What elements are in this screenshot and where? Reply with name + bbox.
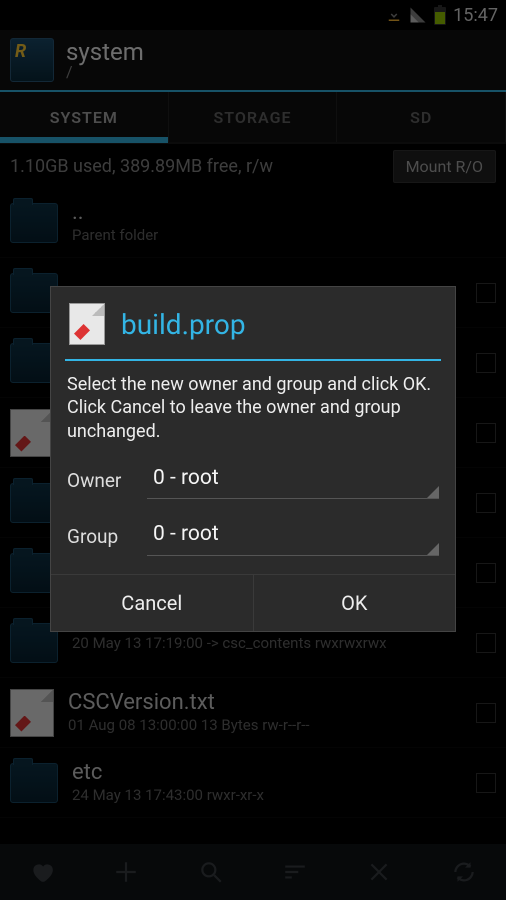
owner-dialog: build.prop Select the new owner and grou…	[50, 286, 456, 632]
dialog-body: Select the new owner and group and click…	[51, 361, 455, 574]
group-spinner[interactable]: 0 - root	[147, 515, 439, 555]
cancel-button[interactable]: Cancel	[51, 575, 253, 631]
dialog-message: Select the new owner and group and click…	[67, 373, 439, 443]
ok-button[interactable]: OK	[253, 575, 456, 631]
file-icon	[69, 303, 105, 345]
owner-spinner[interactable]: 0 - root	[147, 459, 439, 499]
owner-value: 0 - root	[153, 466, 219, 490]
group-value: 0 - root	[153, 522, 219, 546]
group-label: Group	[67, 525, 147, 556]
dialog-actions: Cancel OK	[51, 574, 455, 631]
owner-label: Owner	[67, 469, 147, 500]
dialog-title: build.prop	[121, 308, 246, 341]
dialog-header: build.prop	[51, 287, 455, 359]
